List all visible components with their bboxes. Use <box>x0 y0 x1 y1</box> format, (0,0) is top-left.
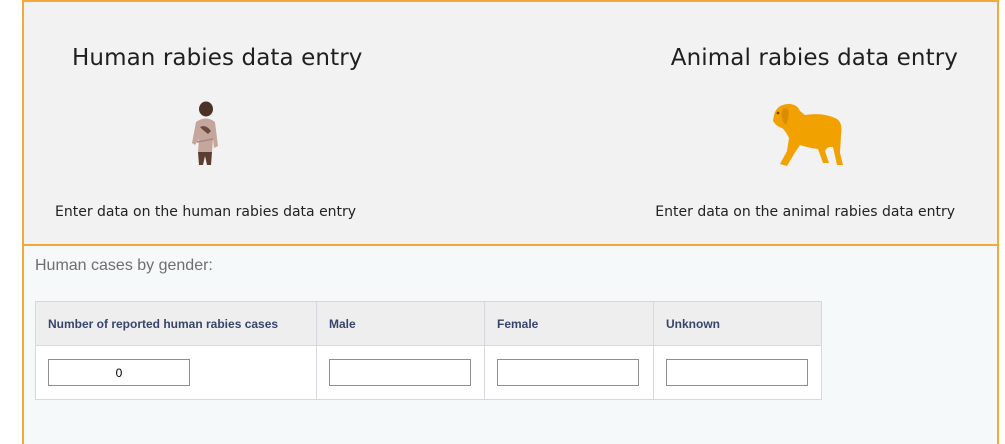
header-total-cases: Number of reported human rabies cases <box>35 301 317 346</box>
animal-entry-description: Enter data on the animal rabies data ent… <box>655 204 955 220</box>
data-entry-panel: Human rabies data entry Enter data on th… <box>22 0 999 246</box>
human-entry-description: Enter data on the human rabies data entr… <box>55 204 357 220</box>
header-male: Male <box>316 301 485 346</box>
header-female: Female <box>484 301 654 346</box>
female-cases-input[interactable] <box>497 359 639 386</box>
unknown-cases-input[interactable] <box>666 359 808 386</box>
female-cell <box>484 345 654 400</box>
total-cases-cell <box>35 345 317 400</box>
unknown-cell <box>653 345 822 400</box>
table-row <box>35 345 822 400</box>
header-unknown: Unknown <box>653 301 822 346</box>
male-cell <box>316 345 485 400</box>
person-icon[interactable] <box>184 101 224 167</box>
animal-entry-title[interactable]: Animal rabies data entry <box>671 45 958 71</box>
male-cases-input[interactable] <box>329 359 471 386</box>
dog-icon[interactable] <box>769 101 849 167</box>
gender-section: Human cases by gender: Number of reporte… <box>22 246 999 444</box>
table-header-row: Number of reported human rabies cases Ma… <box>35 301 822 346</box>
gender-section-title: Human cases by gender: <box>35 257 213 274</box>
cases-by-gender-table: Number of reported human rabies cases Ma… <box>35 301 822 400</box>
total-cases-input[interactable] <box>48 359 190 386</box>
human-entry-title[interactable]: Human rabies data entry <box>72 45 362 71</box>
